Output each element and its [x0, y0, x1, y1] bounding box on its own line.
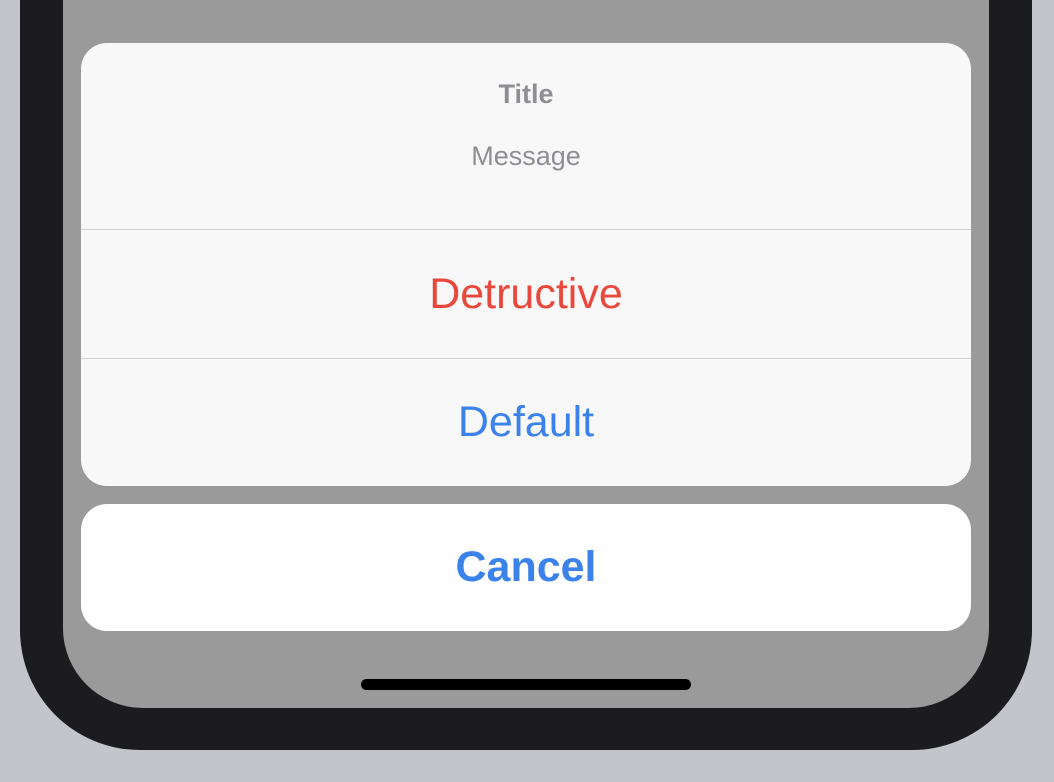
- simulator-stage: Title Message Detructive Default Cancel: [0, 0, 1054, 782]
- action-sheet-title: Title: [498, 79, 554, 109]
- action-sheet-header: Title Message: [81, 43, 971, 229]
- action-sheet-group: Title Message Detructive Default: [81, 43, 971, 486]
- home-indicator[interactable]: [361, 679, 691, 690]
- default-action-button[interactable]: Default: [81, 359, 971, 486]
- cancel-button[interactable]: Cancel: [81, 504, 971, 631]
- action-sheet-message: Message: [471, 141, 581, 171]
- destructive-action-button[interactable]: Detructive: [81, 230, 971, 358]
